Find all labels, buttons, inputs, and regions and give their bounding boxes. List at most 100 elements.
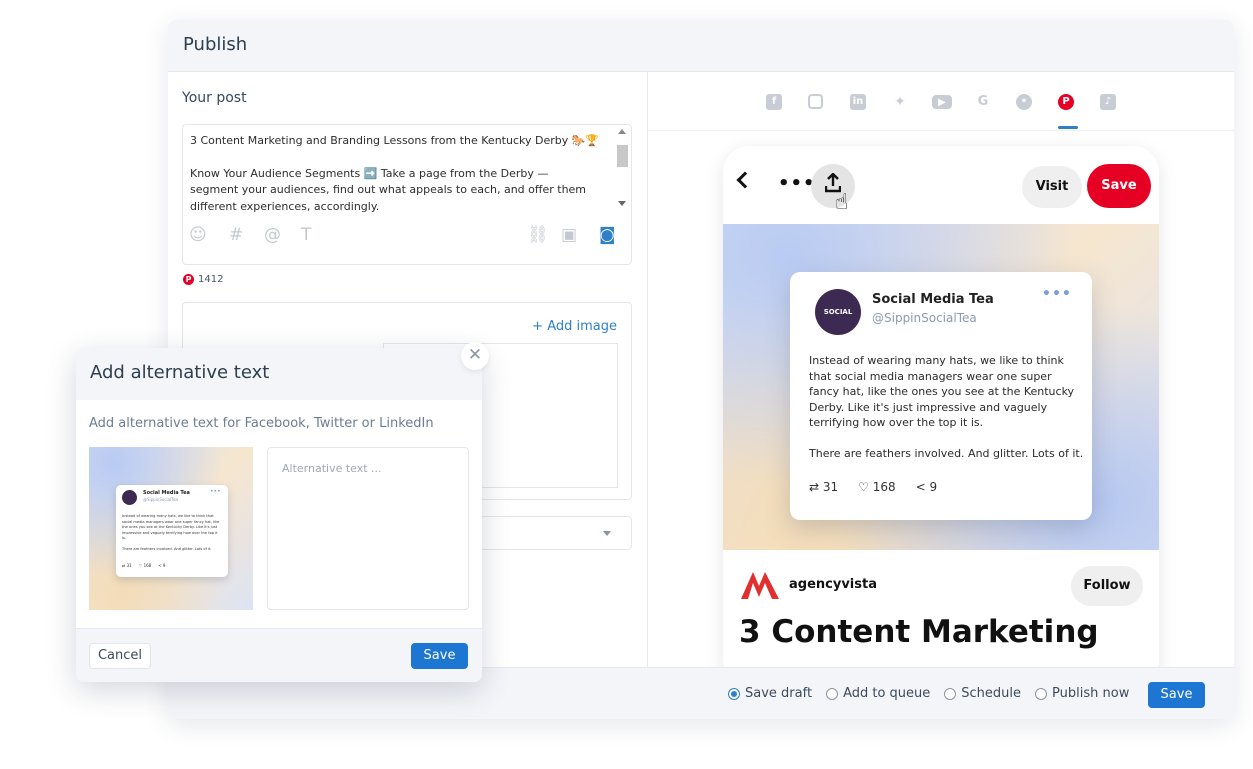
image-thumbnail: Social Media Tea @SippinSocialTea ••• In… [89,447,253,610]
active-tab-indicator [1058,126,1078,129]
option-label: Add to queue [843,686,931,701]
alt-text-dialog: Add alternative text Add alternative tex… [76,348,482,682]
share-count: 9 [162,563,166,568]
more-icon[interactable]: ••• [778,173,816,194]
tweet-stats: ⇄ 31 ♡ 168 < 9 [809,480,937,494]
avatar: SOCIAL MEDIA TEA [815,289,861,362]
option-schedule[interactable]: Schedule [944,686,1021,701]
video-icon[interactable]: ▣ [561,225,577,245]
option-add-to-queue[interactable]: Add to queue [826,686,930,701]
share-stat: < 9 [916,480,938,494]
tweet-paragraph: There are feathers involved. And glitter… [809,446,1084,460]
retweet-stat: ⇄ 31 [809,480,838,494]
hashtag-icon[interactable]: # [229,225,243,245]
mini-paragraph: There are feathers involved. And glitter… [122,546,212,551]
linkedin-icon[interactable]: in [850,94,866,110]
dialog-footer: Cancel Save [76,628,482,682]
share-icon: < [915,480,930,494]
radio-icon[interactable] [944,687,957,700]
facebook-icon[interactable]: f [766,94,782,110]
link-icon[interactable]: ⛓ [527,225,549,245]
alt-text-input[interactable] [267,447,469,610]
close-icon[interactable]: ✕ [461,342,489,370]
save-button[interactable]: Save [1148,682,1205,708]
retweet-count: 31 [822,480,839,494]
publish-options: Save draft Add to queue Schedule Publish… [728,686,1129,701]
pin-headline: 3 Content Marketing [739,614,1099,650]
mini-stats: ⇄ 31 ♡ 168 < 9 [122,563,165,568]
mini-handle: @SippinSocialTea [143,497,178,502]
pin-save-button[interactable]: Save [1087,164,1151,208]
share-stat: < 9 [158,563,165,568]
publish-title: Publish [183,34,248,55]
dialog-save-button[interactable]: Save [411,643,468,669]
pinterest-char-count: P 1412 [183,274,223,285]
option-save-draft[interactable]: Save draft [728,686,812,701]
tweet-author-name: Social Media Tea [872,292,994,307]
tiktok-icon[interactable]: ♪ [1100,94,1116,110]
more-icon: ••• [1042,286,1072,302]
heart-icon: ♡ [858,480,873,494]
add-image-button[interactable]: + Add image [532,319,617,334]
youtube-icon[interactable]: ▶ [932,95,952,109]
camera-icon[interactable]: ◙ [599,225,616,245]
visit-button[interactable]: Visit [1022,166,1082,208]
twitter-icon[interactable]: ✦ [892,94,908,110]
option-label: Schedule [961,686,1022,701]
cancel-button[interactable]: Cancel [89,643,151,669]
share-count: 9 [929,480,938,494]
dialog-subtitle: Add alternative text for Facebook, Twitt… [89,416,434,431]
editor-scrollbar[interactable] [614,127,630,215]
radio-icon[interactable] [826,687,839,700]
post-line-2: Know Your Audience Segments ➡️ Take a pa… [190,166,587,213]
pin-author-name[interactable]: agencyvista [789,577,877,592]
google-icon[interactable]: G [975,94,991,110]
more-icon: ••• [210,488,221,495]
follow-button[interactable]: Follow [1071,566,1143,606]
dialog-title: Add alternative text [90,362,270,383]
post-editor[interactable]: 3 Content Marketing and Branding Lessons… [182,124,632,265]
chevron-down-icon [603,531,611,536]
like-stat: ♡ 168 [139,563,152,568]
mini-tweet-card: Social Media Tea @SippinSocialTea ••• In… [116,485,228,577]
social-tabs: f in ✦ ▶ G • P ♪ [648,72,1234,131]
editor-toolbar: ☺ # @ T ⛓ ▣ ◙ [189,225,625,245]
scroll-thumb[interactable] [617,145,628,167]
scroll-up-icon[interactable] [618,129,626,134]
tweet-body: Instead of wearing many hats, we like to… [809,353,1084,476]
tweet-paragraph: Instead of wearing many hats, we like to… [809,354,1075,429]
option-label: Publish now [1052,686,1130,701]
stage: Publish Your post 3 Content Marketing an… [0,0,1253,769]
hand-cursor-icon: ☝ [835,190,849,215]
pinterest-icon: P [183,274,194,285]
instagram-icon[interactable] [808,94,823,109]
radio-icon[interactable] [728,687,740,700]
mini-paragraph: Instead of wearing many hats, we like to… [122,514,220,541]
text-format-icon[interactable]: T [301,225,311,245]
char-count-value: 1412 [198,274,224,285]
mini-body: Instead of wearing many hats, we like to… [122,514,222,558]
back-icon[interactable] [736,171,754,189]
pinterest-icon[interactable]: P [1058,94,1074,110]
agencyvista-logo-icon [741,572,779,599]
retweet-count: 31 [126,563,132,568]
dialog-header: Add alternative text [76,348,482,400]
reddit-icon[interactable]: • [1016,94,1032,110]
emoji-icon[interactable]: ☺ [189,225,207,245]
retweet-icon: ⇄ [809,480,823,494]
mention-icon[interactable]: @ [264,225,281,245]
option-publish-now[interactable]: Publish now [1035,686,1129,701]
pin-author-row: agencyvista Follow [739,566,1143,606]
panel-divider [647,72,648,667]
radio-icon[interactable] [1035,687,1048,700]
your-post-label: Your post [182,90,247,106]
like-count: 168 [143,563,152,568]
publish-header: Publish [168,20,1234,72]
like-stat: ♡ 168 [858,480,895,494]
scroll-down-icon[interactable] [618,201,626,206]
post-editor-text[interactable]: 3 Content Marketing and Branding Lessons… [190,133,600,231]
like-count: 168 [872,480,896,494]
tweet-handle: @SippinSocialTea [872,311,977,325]
retweet-stat: ⇄ 31 [122,563,132,568]
avatar [122,490,137,505]
